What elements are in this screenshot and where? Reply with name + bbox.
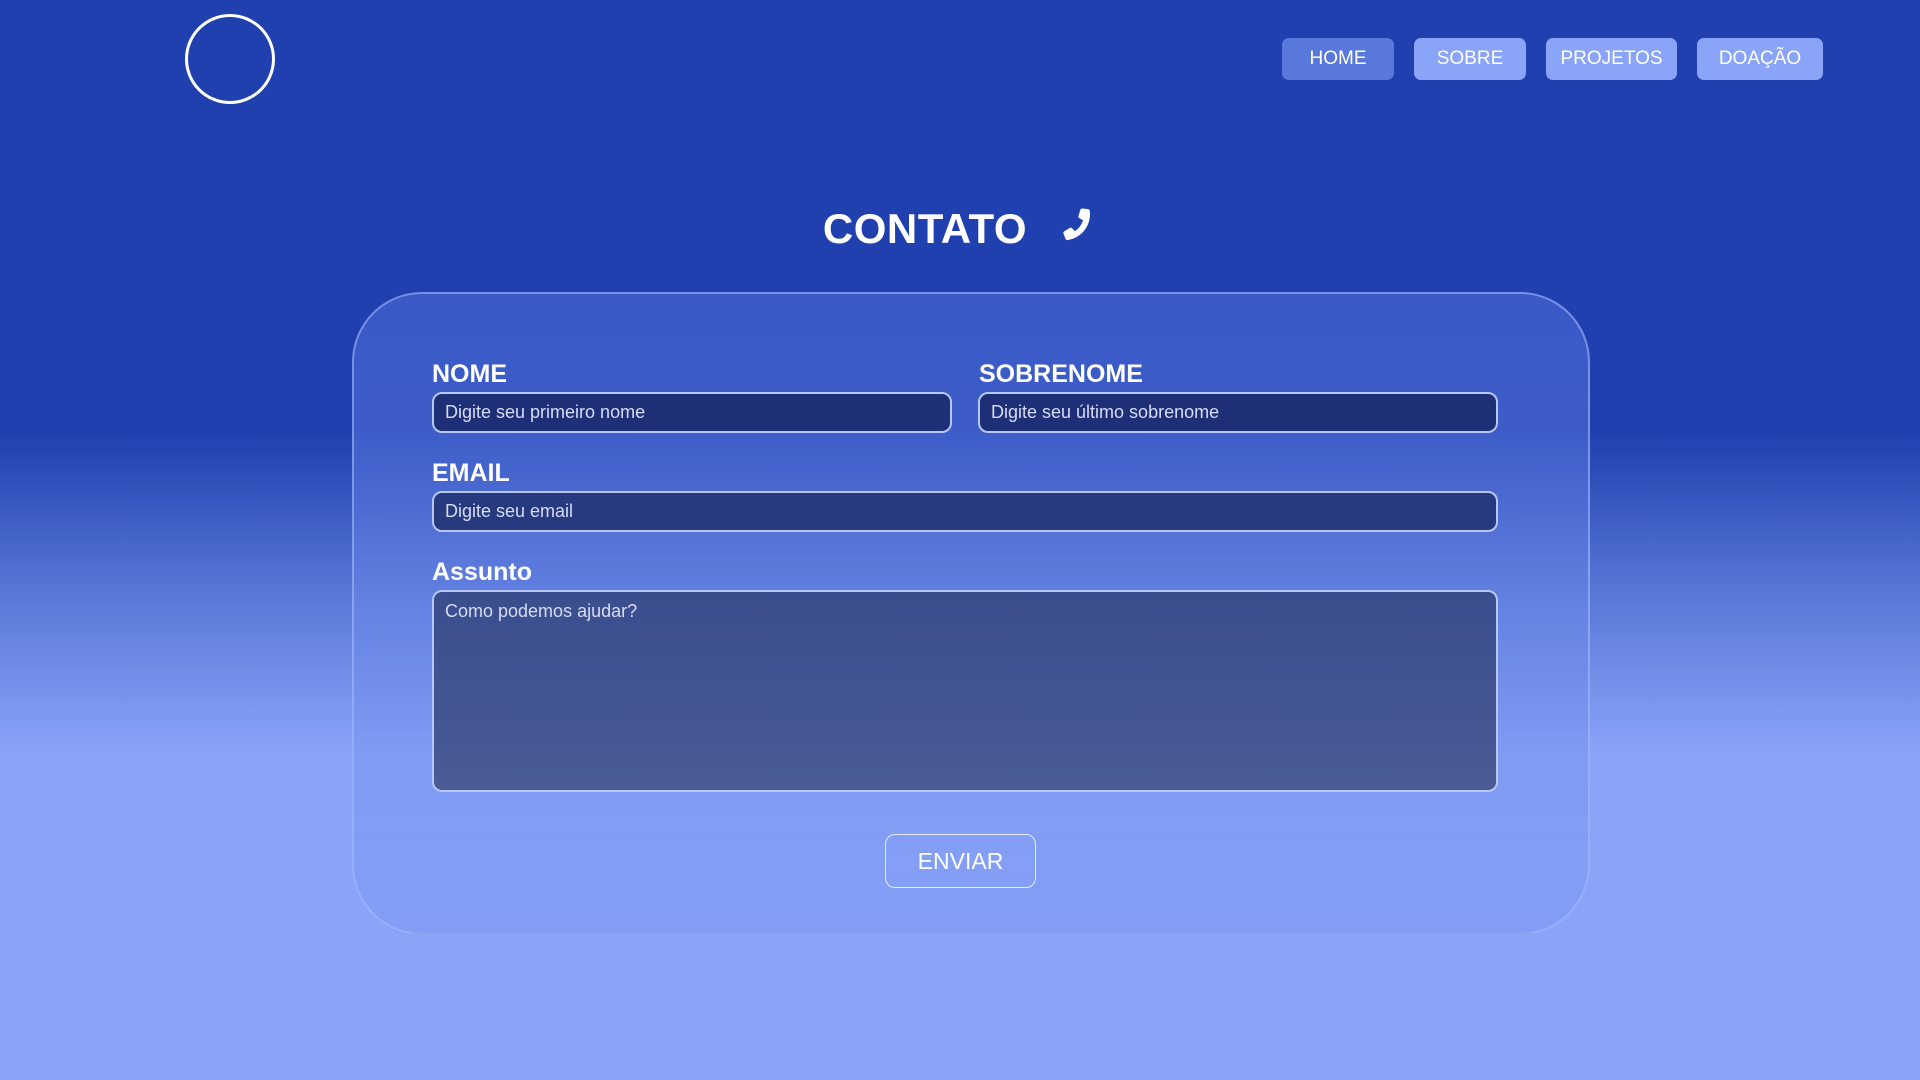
enviar-button[interactable]: ENVIAR [885,834,1036,888]
nav-doacao-button[interactable]: DOAÇÃO [1697,38,1823,80]
nav-sobre-button[interactable]: SOBRE [1414,38,1526,80]
assunto-textarea[interactable] [432,590,1498,792]
main-nav: HOME SOBRE PROJETOS DOAÇÃO [1282,38,1823,80]
nav-home-button[interactable]: HOME [1282,38,1394,80]
title-row: CONTATO [0,205,1920,253]
nome-label: NOME [432,360,507,388]
nav-projetos-button[interactable]: PROJETOS [1546,38,1677,80]
sobrenome-input[interactable] [978,392,1498,433]
assunto-label: Assunto [432,558,532,586]
page-title: CONTATO [822,205,1028,252]
phone-icon [1063,208,1091,241]
logo[interactable] [185,14,275,104]
nome-input[interactable] [432,392,952,433]
sobrenome-label: SOBRENOME [979,360,1143,388]
email-label: EMAIL [432,459,510,487]
email-input[interactable] [432,491,1498,532]
